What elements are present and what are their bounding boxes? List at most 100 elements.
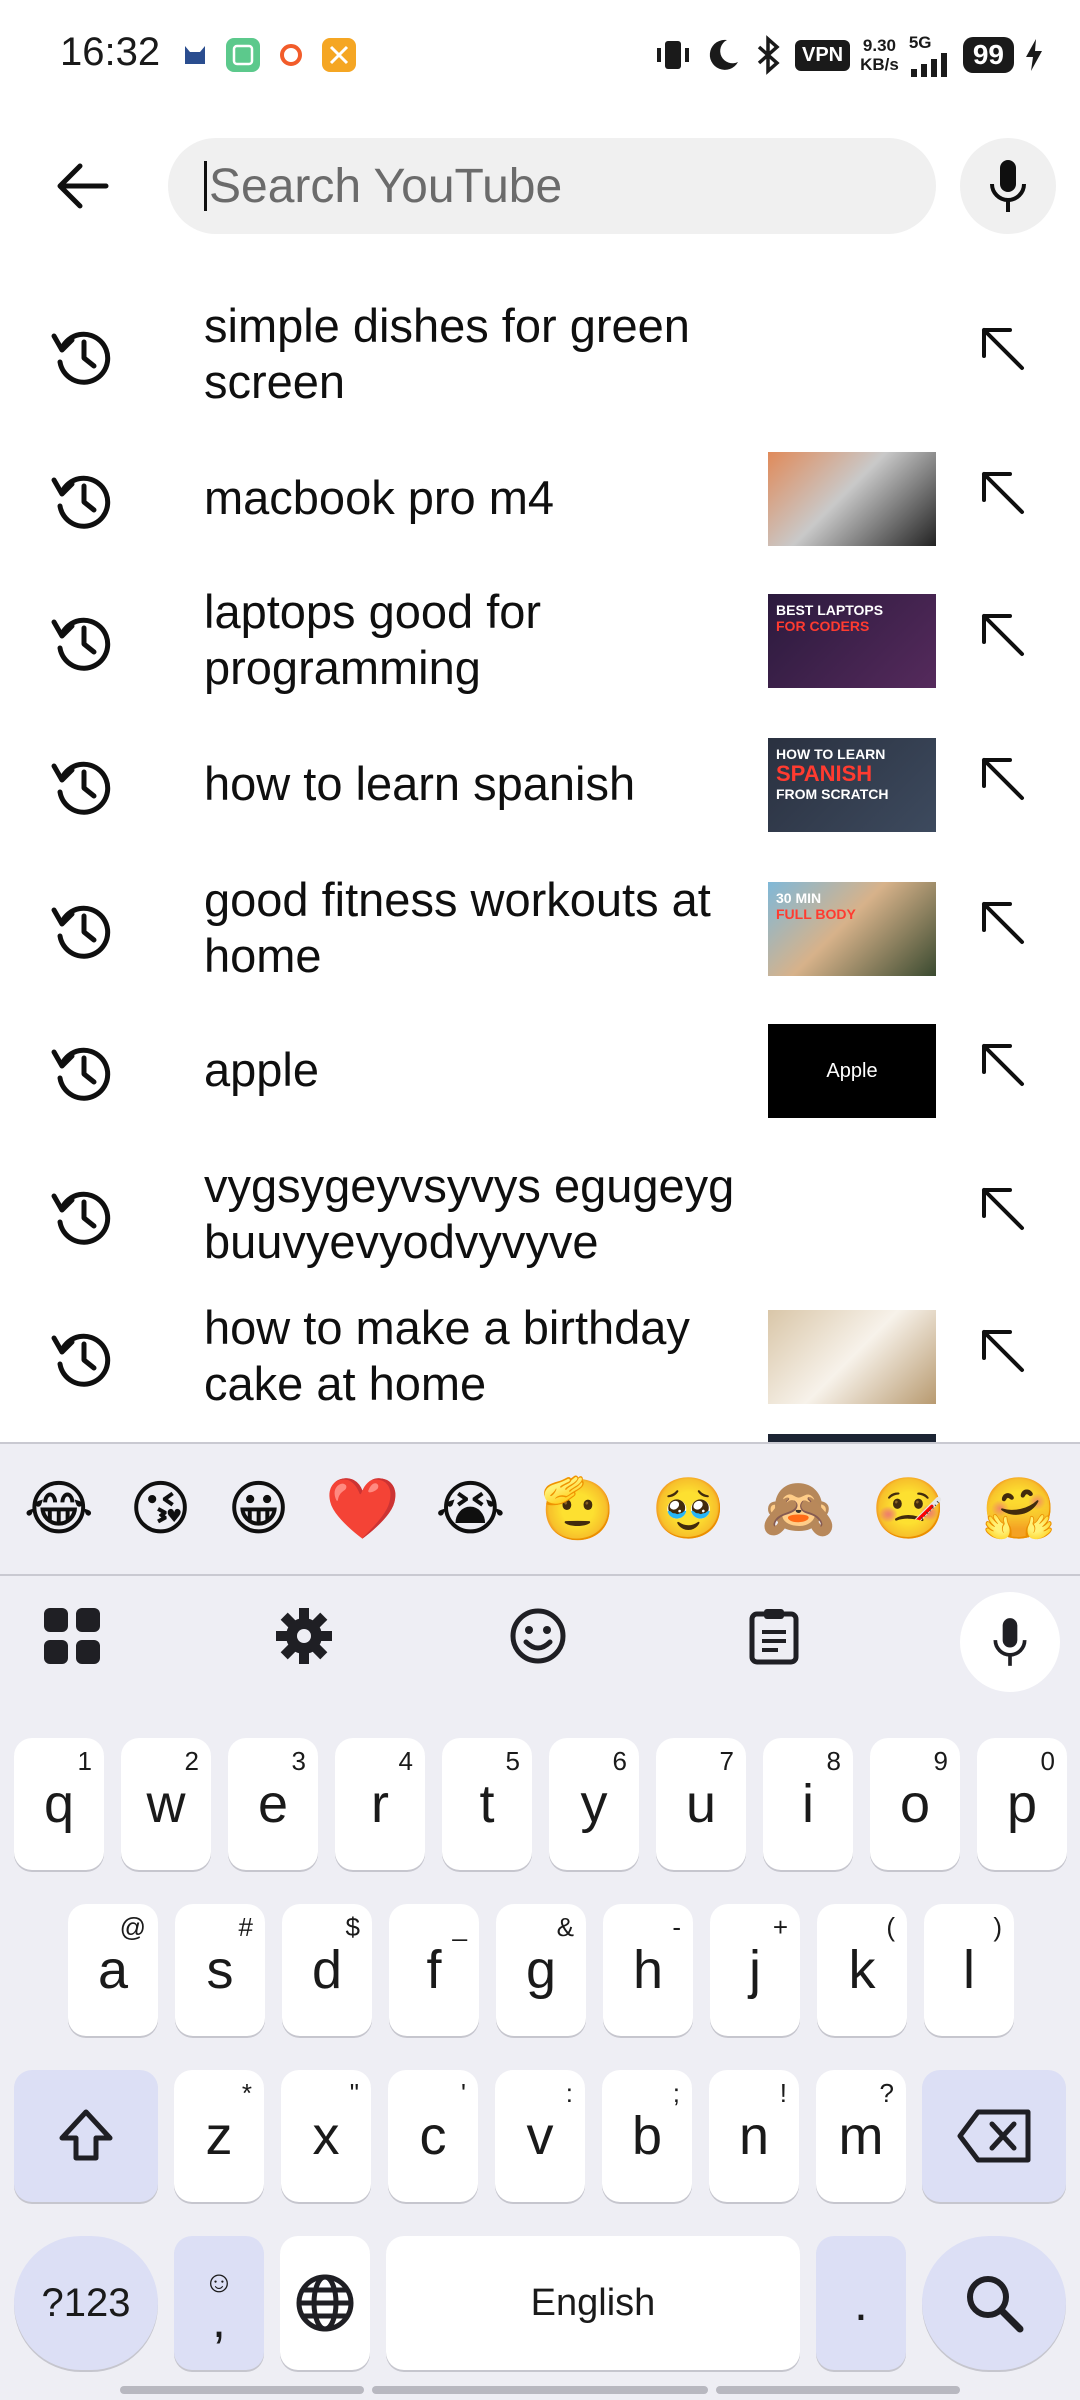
key-c[interactable]: c ' [388,2070,478,2202]
moon-icon [709,39,738,70]
arrow-up-left-icon[interactable] [976,322,1028,374]
emoji-suggestion[interactable]: 🫡 [541,1479,616,1539]
key-f[interactable]: f _ [389,1904,479,2036]
suggestion-item[interactable]: how to learn spanish HOW TO LEARN SPANISH F… [0,716,1080,852]
period-key[interactable]: . [816,2236,906,2370]
arrow-up-left-icon[interactable] [976,752,1028,804]
emoji-suggestion[interactable]: 🥹 [651,1479,726,1539]
key-v[interactable]: v: [495,2070,585,2202]
arrow-up-left-icon[interactable] [976,1038,1028,1090]
history-icon [51,1333,111,1387]
space-key[interactable]: English [386,2236,800,2370]
suggestion-thumbnail: 30 MIN FULL BODY [768,882,936,976]
backspace-key[interactable] [922,2070,1066,2202]
key-z[interactable]: z * [174,2070,264,2202]
emoji-suggestion[interactable]: 🤗 [981,1479,1056,1539]
signal-icon [910,53,947,77]
suggestion-thumbnail: HOW TO LEARN SPANISH FROM SCRATCH [768,738,936,832]
key-l[interactable]: l) [924,1904,1014,2036]
suggestion-item[interactable]: simple dishes for green screen [0,286,1080,422]
thumbnail-caption: 30 MIN FULL BODY [776,890,856,922]
arrow-up-left-icon[interactable] [976,608,1028,660]
key-a[interactable]: a @ [68,1904,158,2036]
text-caret [204,161,207,211]
back-button[interactable] [46,150,118,222]
suggestion-item[interactable]: macbook pro m4 [0,430,1080,566]
emoji-suggestion[interactable]: ❤️ [325,1479,400,1539]
history-icon [51,905,111,959]
history-icon [51,1047,111,1101]
key-d[interactable]: d $ [282,1904,372,2036]
key-w[interactable]: w2 [121,1738,211,1870]
emoji-button[interactable] [496,1594,580,1678]
suggestion-item[interactable]: how to make a birthday cake at home [0,1288,1080,1424]
language-key[interactable] [280,2236,370,2370]
search-box[interactable] [168,138,936,234]
emoji-suggestion[interactable]: 😭 [435,1479,505,1539]
key-u[interactable]: u7 [656,1738,746,1870]
vpn-badge: VPN [794,39,851,71]
signal: 5G [909,33,953,77]
suggestion-text: how to make a birthday cake at home [204,1301,690,1410]
key-n[interactable]: n! [709,2070,799,2202]
suggestion-item[interactable]: apple Apple [0,1002,1080,1138]
suggestion-item[interactable]: laptops good for programming BEST LAPTOPS… [0,572,1080,708]
network-speed: 9.30 KB/s [860,36,899,74]
search-icon [967,2276,1024,2333]
backspace-icon [957,2109,1031,2163]
keyboard: 😂 😘 😀 ❤️ 😭 🫡 🥹 🙈 🤒 🤗 q 1 w 2 e 3 r 4 t 5 y 6 u 7 i 8 o 9 p 0 a @ s # d $ f _… [0,1442,1080,2400]
history-icon [51,617,111,671]
key-t[interactable]: t5 [442,1738,532,1870]
apps-grid-button[interactable] [30,1594,114,1678]
key-x[interactable]: x " [281,2070,371,2202]
nav-handle-left [120,2386,364,2394]
clipboard-button[interactable] [732,1594,816,1678]
search-input[interactable] [209,158,889,214]
symbols-key[interactable]: ?123 [14,2236,158,2370]
emoji-suggestion[interactable]: 😘 [129,1479,192,1539]
arrow-up-left-icon[interactable] [976,896,1028,948]
suggestion-item[interactable]: good fitness workouts at home 30 MIN FULL … [0,860,1080,996]
key-e[interactable]: e3 [228,1738,318,1870]
key-r[interactable]: r4 [335,1738,425,1870]
emoji-suggestion[interactable]: 🙈 [761,1479,836,1539]
gear-icon [276,1608,332,1664]
arrow-up-left-icon[interactable] [976,1182,1028,1234]
comma-emoji-key[interactable]: ☺ , [174,2236,264,2370]
emoji-suggestion[interactable]: 😀 [227,1479,290,1539]
suggestion-item[interactable]: vygsygeyvsyvys egugeyg buuvyevyodvyvyve [0,1146,1080,1282]
key-b[interactable]: b; [602,2070,692,2202]
settings-button[interactable] [262,1594,346,1678]
shift-icon [59,2109,113,2161]
microphone-icon [993,1618,1027,1666]
key-g[interactable]: g & [496,1904,586,2036]
status-indicators: VPN 9.30 KB/s 5G 99 [653,30,1044,80]
record-app-icon [274,38,308,72]
cat-app-icon [178,38,212,72]
keyboard-voice-button[interactable] [960,1592,1060,1692]
arrow-up-left-icon[interactable] [976,1324,1028,1376]
history-icon [51,475,111,529]
voice-search-button[interactable] [960,138,1056,234]
key-q[interactable]: q1 [14,1738,104,1870]
key-y[interactable]: y6 [549,1738,639,1870]
suggestion-text: simple dishes for green screen [204,299,690,408]
key-p[interactable]: p0 [977,1738,1067,1870]
status-time: 16:32 [60,30,161,74]
nav-handle-right [716,2386,960,2394]
search-key[interactable] [922,2236,1066,2370]
shift-key[interactable] [14,2070,158,2202]
suggestion-list: simple dishes for green screen macbook pr… [0,286,1080,1442]
key-h[interactable]: h- [603,1904,693,2036]
emoji-suggestion[interactable]: 😂 [24,1479,94,1539]
apps-grid-icon [44,1608,100,1664]
key-j[interactable]: j + [710,1904,800,2036]
arrow-up-left-icon[interactable] [976,466,1028,518]
emoji-suggestion[interactable]: 🤒 [871,1479,946,1539]
key-s[interactable]: s # [175,1904,265,2036]
key-k[interactable]: k( [817,1904,907,2036]
key-o[interactable]: o9 [870,1738,960,1870]
history-icon [51,1191,111,1245]
key-m[interactable]: m? [816,2070,906,2202]
key-i[interactable]: i8 [763,1738,853,1870]
